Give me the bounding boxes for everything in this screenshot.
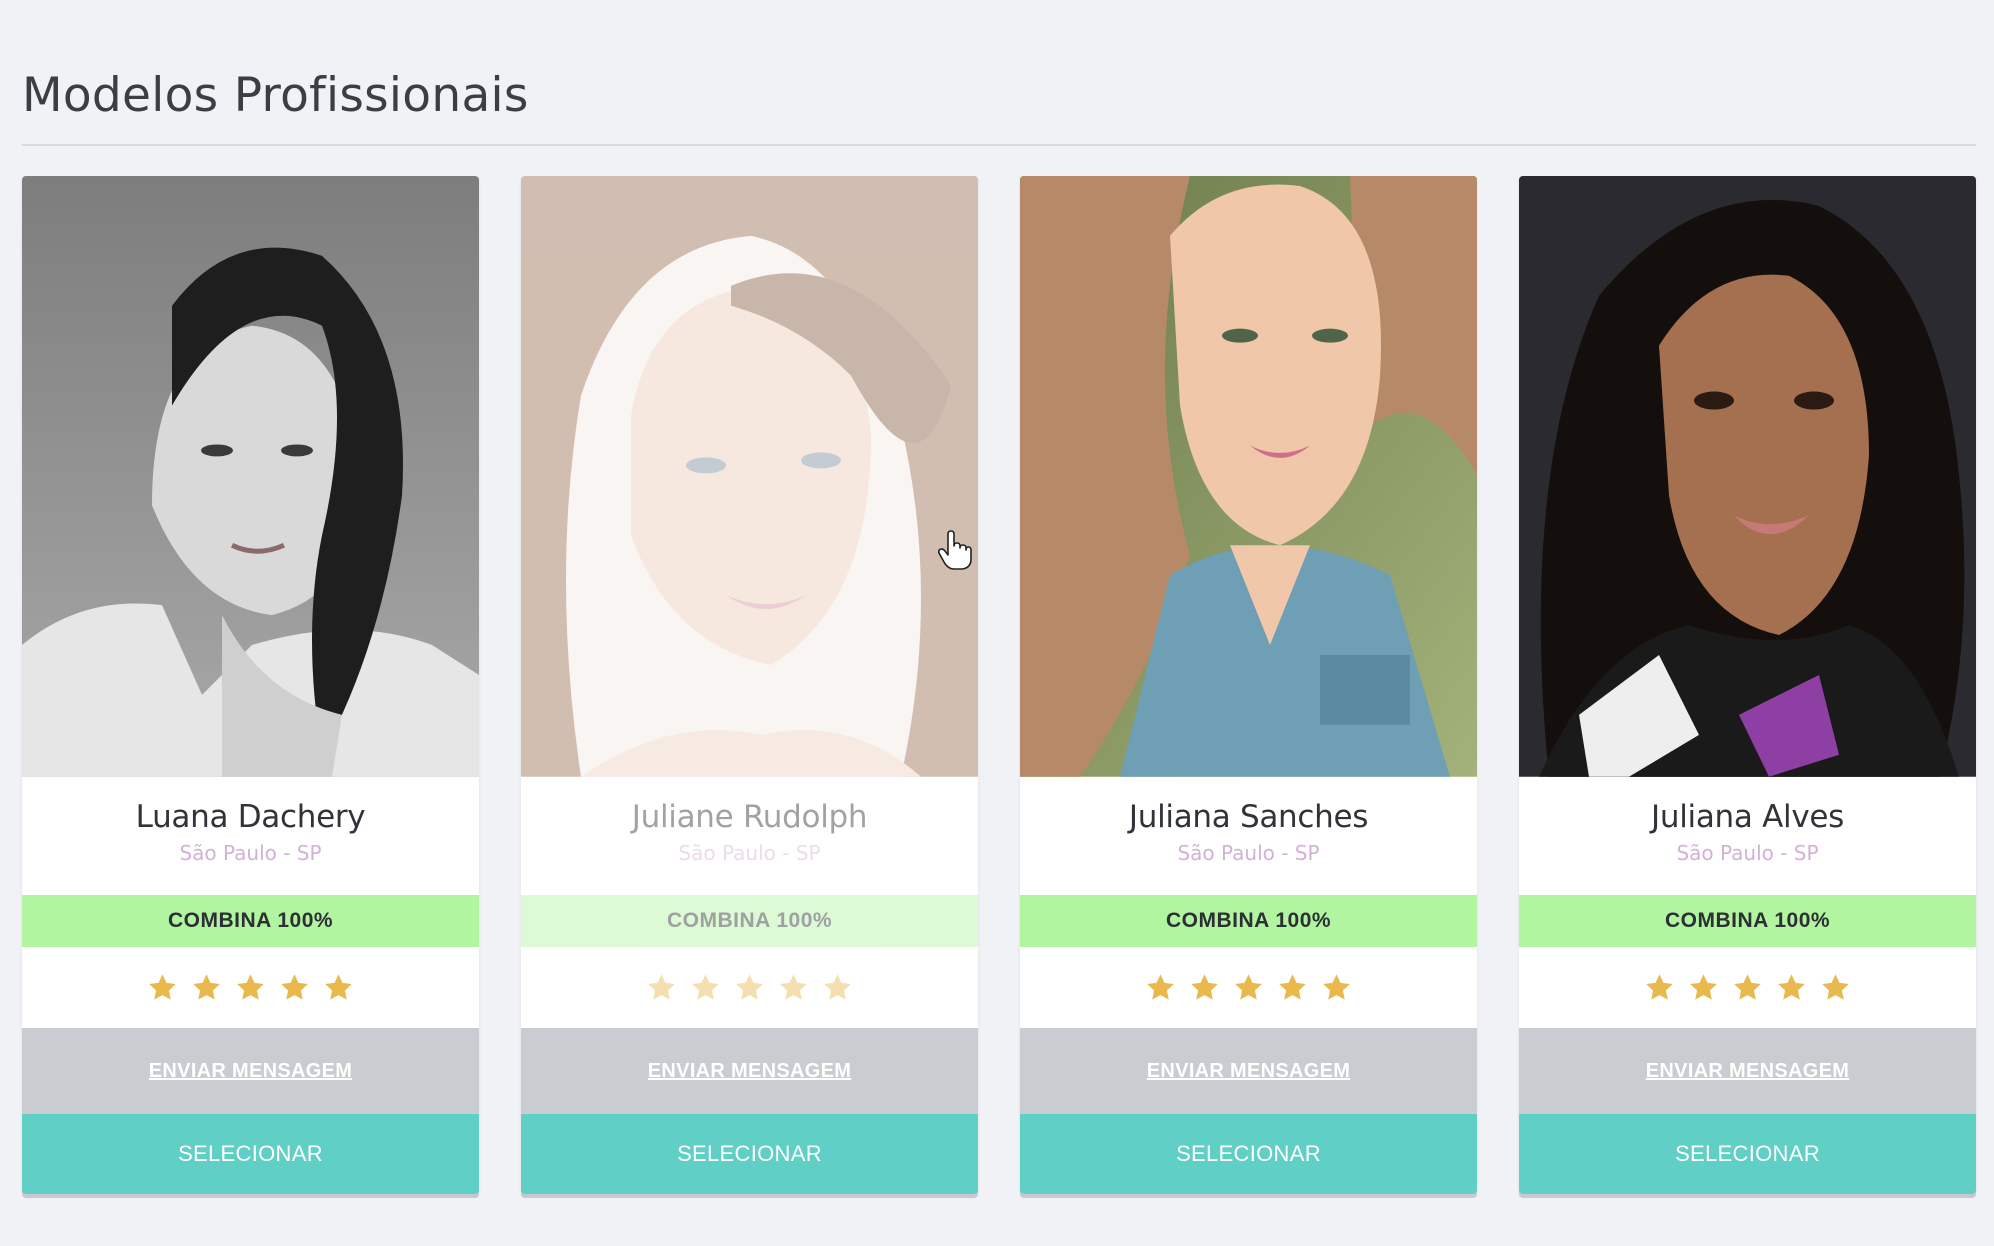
- model-card: Juliana Sanches São Paulo - SP COMBINA 1…: [1020, 176, 1477, 1194]
- star-icon: [1822, 974, 1849, 1000]
- model-photo[interactable]: [521, 176, 978, 777]
- star-icon: [1734, 974, 1761, 1000]
- model-location: São Paulo - SP: [179, 840, 322, 865]
- star-rating: [521, 946, 978, 1029]
- model-photo[interactable]: [1020, 176, 1477, 777]
- card-info: Juliana Alves São Paulo - SP: [1519, 776, 1976, 895]
- select-button[interactable]: SELECIONAR: [22, 1114, 479, 1194]
- card-info: Juliane Rudolph São Paulo - SP: [521, 776, 978, 895]
- model-name: Juliane Rudolph: [631, 798, 868, 835]
- select-button[interactable]: SELECIONAR: [1020, 1114, 1477, 1194]
- star-icon: [1147, 974, 1174, 1000]
- model-location: São Paulo - SP: [1676, 840, 1819, 865]
- star-icon: [780, 974, 807, 1000]
- star-icon: [193, 974, 220, 1000]
- star-icon: [237, 974, 264, 1000]
- match-badge: COMBINA 100%: [1020, 894, 1477, 947]
- hand-pointer-icon: [938, 530, 972, 570]
- star-icon: [736, 974, 763, 1000]
- star-icon: [1323, 974, 1350, 1000]
- star-icon: [1646, 974, 1673, 1000]
- star-icon: [648, 974, 675, 1000]
- model-photo-image: [1020, 176, 1477, 777]
- model-name: Luana Dachery: [135, 798, 366, 835]
- star-icon: [1235, 974, 1262, 1000]
- model-name: Juliana Alves: [1651, 798, 1844, 835]
- card-info: Luana Dachery São Paulo - SP: [22, 776, 479, 895]
- star-icon: [824, 974, 851, 1000]
- star-icon: [1690, 974, 1717, 1000]
- page-header: Modelos Profissionais: [22, 68, 1976, 123]
- star-icon: [325, 974, 352, 1000]
- select-button[interactable]: SELECIONAR: [1519, 1114, 1976, 1194]
- star-icon: [692, 974, 719, 1000]
- model-photo[interactable]: [1519, 176, 1976, 777]
- star-icon: [1279, 974, 1306, 1000]
- send-message-button[interactable]: ENVIAR MENSAGEM: [22, 1028, 479, 1115]
- star-rating: [1020, 946, 1477, 1029]
- star-rating: [1519, 946, 1976, 1029]
- model-name: Juliana Sanches: [1128, 798, 1369, 835]
- star-icon: [1778, 974, 1805, 1000]
- match-badge: COMBINA 100%: [22, 894, 479, 947]
- match-badge: COMBINA 100%: [521, 894, 978, 947]
- model-location: São Paulo - SP: [1177, 840, 1320, 865]
- star-rating: [22, 946, 479, 1029]
- model-card: Juliana Alves São Paulo - SP COMBINA 100…: [1519, 176, 1976, 1194]
- star-icon: [281, 974, 308, 1000]
- model-cards: Luana Dachery São Paulo - SP COMBINA 100…: [22, 176, 1976, 1194]
- send-message-button[interactable]: ENVIAR MENSAGEM: [1020, 1028, 1477, 1115]
- model-card: Luana Dachery São Paulo - SP COMBINA 100…: [22, 176, 479, 1194]
- card-info: Juliana Sanches São Paulo - SP: [1020, 776, 1477, 895]
- page-title: Modelos Profissionais: [22, 68, 529, 123]
- header-divider: [22, 144, 1976, 146]
- model-photo-image: [1519, 176, 1976, 777]
- model-card: Juliane Rudolph São Paulo - SP COMBINA 1…: [521, 176, 978, 1194]
- send-message-button[interactable]: ENVIAR MENSAGEM: [1519, 1028, 1976, 1115]
- select-button[interactable]: SELECIONAR: [521, 1114, 978, 1194]
- model-photo[interactable]: [22, 176, 479, 777]
- match-badge: COMBINA 100%: [1519, 894, 1976, 947]
- send-message-button[interactable]: ENVIAR MENSAGEM: [521, 1028, 978, 1115]
- model-location: São Paulo - SP: [678, 840, 821, 865]
- model-photo-image: [521, 176, 978, 777]
- star-icon: [149, 974, 176, 1000]
- star-icon: [1191, 974, 1218, 1000]
- model-photo-image: [22, 176, 479, 777]
